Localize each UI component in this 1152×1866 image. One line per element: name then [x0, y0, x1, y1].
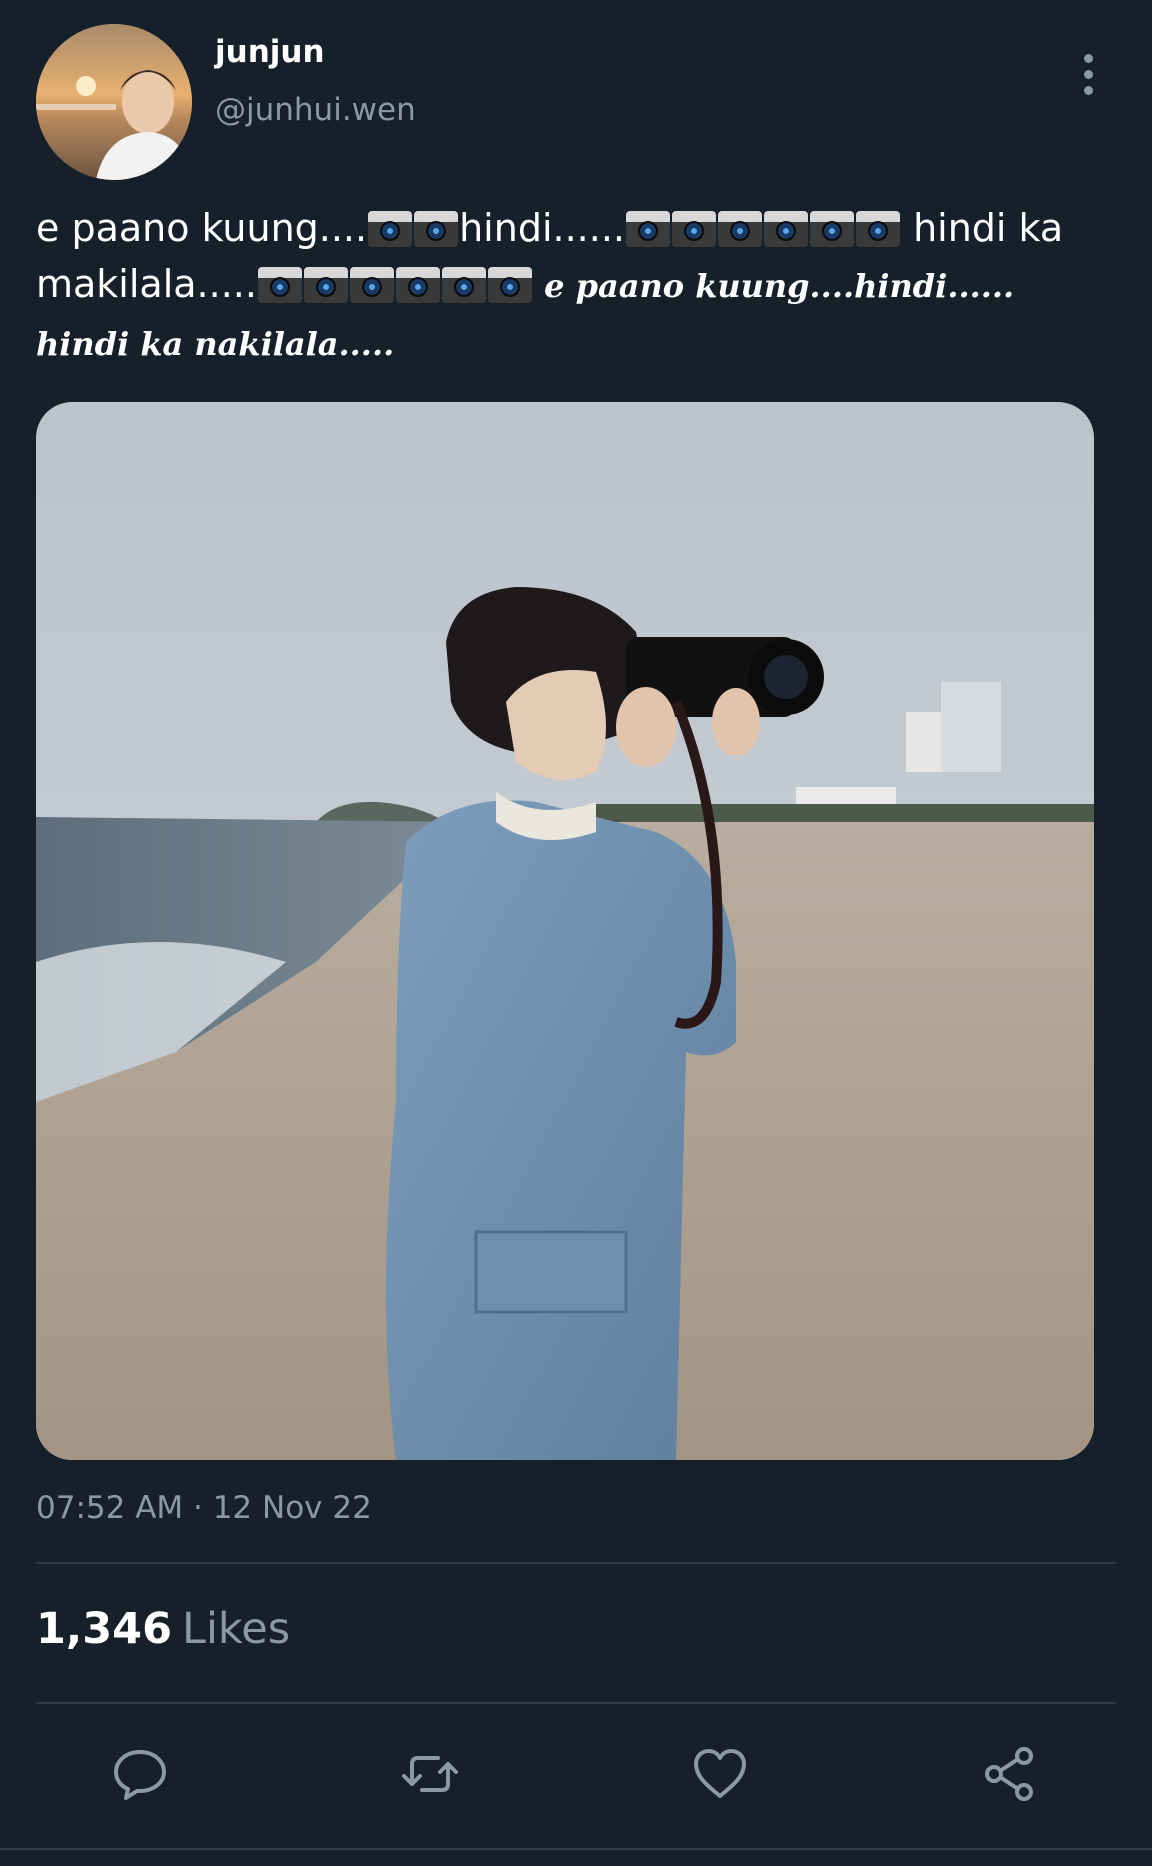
- divider-bottom: [36, 1702, 1116, 1704]
- tweet-timestamp: 07:52 AM · 12 Nov 22: [36, 1490, 372, 1526]
- camera-emoji-icon: [395, 267, 440, 303]
- camera-emoji-icon: [625, 211, 670, 247]
- likes-count[interactable]: 1,346 Likes: [36, 1604, 290, 1654]
- heart-icon[interactable]: [690, 1744, 750, 1804]
- camera-emoji-icon: [763, 211, 808, 247]
- user-handle[interactable]: @junhui.wen: [215, 92, 416, 128]
- tweet-text-part1: e paano kuung....: [36, 206, 368, 250]
- camera-emoji-icon: [303, 267, 348, 303]
- reply-icon[interactable]: [110, 1744, 170, 1804]
- more-vertical-icon[interactable]: [1076, 54, 1100, 98]
- share-icon[interactable]: [980, 1744, 1040, 1804]
- tweet-photo[interactable]: [36, 402, 1094, 1460]
- camera-emoji-icon: [487, 267, 532, 303]
- bottom-divider: [0, 1848, 1152, 1850]
- likes-label: Likes: [182, 1604, 291, 1654]
- divider-top: [36, 1562, 1116, 1564]
- camera-emoji-icon: [717, 211, 762, 247]
- camera-emoji-icon: [368, 211, 413, 247]
- likes-number: 1,346: [36, 1604, 173, 1654]
- display-name[interactable]: junjun: [215, 34, 325, 70]
- tweet-text: e paano kuung.... hindi...... hindi ka ma…: [36, 200, 1116, 372]
- profile-avatar[interactable]: [36, 24, 192, 180]
- camera-emoji-icon: [414, 211, 459, 247]
- camera-emoji-icon: [441, 267, 486, 303]
- camera-emoji-icon: [671, 211, 716, 247]
- camera-emoji-icon: [809, 211, 854, 247]
- retweet-icon[interactable]: [400, 1744, 460, 1804]
- camera-emoji-icon: [855, 211, 900, 247]
- tweet-text-part2: hindi......: [459, 206, 625, 250]
- camera-emoji-icon: [257, 267, 302, 303]
- camera-emoji-icon: [349, 267, 394, 303]
